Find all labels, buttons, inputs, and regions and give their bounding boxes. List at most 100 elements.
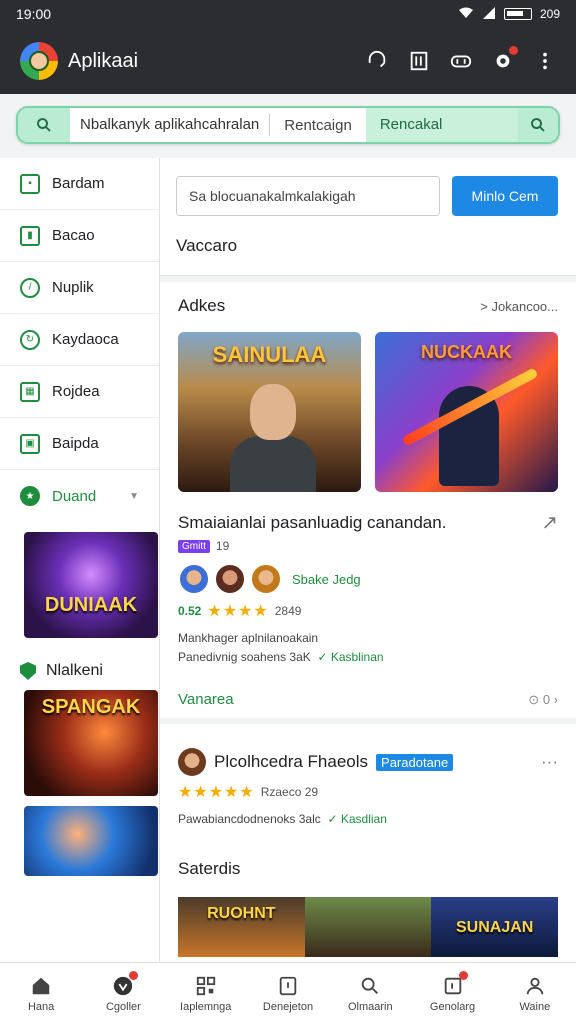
search-submit-icon[interactable] bbox=[518, 108, 558, 142]
sidebar-thumbnail-2[interactable]: SPANGAK bbox=[24, 690, 158, 796]
strip-title: RUOHNT bbox=[207, 905, 276, 922]
search-chip-1[interactable]: Rentcaign bbox=[270, 117, 366, 134]
filter-panel: Sa blocuanakalmkalakigah Minlo Cem Vacca… bbox=[160, 158, 576, 276]
filter-input[interactable]: Sa blocuanakalmkalakigah bbox=[176, 176, 440, 216]
wifi-icon bbox=[458, 7, 474, 22]
rating-value: 0.52 bbox=[178, 604, 202, 618]
sidebar-expand-item[interactable]: ★ Duand ▼ bbox=[0, 470, 159, 522]
notification-dot bbox=[129, 971, 139, 980]
sidebar-item-label: Bacao bbox=[52, 227, 95, 244]
card-title: Smaiaianlai pasanluadig canandan. bbox=[178, 512, 447, 532]
app-title: Aplikaai bbox=[68, 49, 139, 72]
battery-icon bbox=[503, 8, 532, 20]
nav-label: Iaplemnga bbox=[180, 1000, 232, 1013]
search-area: Nbalkanyk aplikahcahralan Rentcaign Renc… bbox=[0, 94, 576, 158]
external-link-icon[interactable]: ↗ bbox=[541, 510, 558, 535]
nav-inbox[interactable]: Genolarg bbox=[411, 963, 493, 1024]
description-line-2: Panedivnig soahens 3aK bbox=[178, 650, 311, 664]
comment-count-value: 0 bbox=[542, 691, 551, 707]
sidebar-item-4[interactable]: ↻ Kaydaoca bbox=[0, 314, 159, 366]
sidebar-item-5[interactable]: ▦ Rojdea bbox=[0, 366, 159, 418]
search-bar[interactable]: Nbalkanyk aplikahcahralan Rentcaign Renc… bbox=[16, 106, 560, 144]
strip-image-2[interactable] bbox=[304, 897, 432, 957]
sidebar-thumbnail-1[interactable]: DUNIAAK bbox=[24, 532, 158, 638]
image-icon: ▣ bbox=[20, 433, 40, 454]
gauge-icon: / bbox=[20, 277, 40, 298]
sidebar-item-label: Kaydaoca bbox=[52, 331, 119, 348]
star-rating-icon: ★★★★ bbox=[207, 603, 269, 620]
signal-icon bbox=[482, 6, 496, 22]
search-input[interactable]: Nbalkanyk aplikahcahralan bbox=[70, 114, 271, 136]
search-chip-2[interactable]: Rencakal bbox=[365, 108, 518, 142]
avatar-label[interactable]: Sbake Jedg bbox=[292, 572, 361, 587]
nav-home[interactable]: Hana bbox=[0, 963, 82, 1024]
sidebar: ▪ Bardam ▮ Bacao / Nuplik ↻ Kaydaoca ▦ R… bbox=[0, 158, 160, 962]
notification-dot bbox=[458, 971, 468, 980]
search-icon bbox=[362, 977, 379, 994]
grid-icon: ▦ bbox=[20, 381, 40, 402]
card-footer-link[interactable]: Vanarea bbox=[178, 691, 234, 708]
game-image-title: SAINULAA bbox=[212, 342, 327, 367]
description-line-1: Mankhager aplnilanoakain bbox=[178, 631, 319, 645]
publisher-name[interactable]: Plcolhcedra Fhaeols bbox=[214, 752, 368, 772]
nav-apps[interactable]: Iaplemnga bbox=[165, 963, 247, 1024]
star-rating-icon: ★★★★★ bbox=[178, 784, 255, 801]
character-face bbox=[250, 384, 296, 440]
shield-icon bbox=[20, 662, 36, 680]
sidebar-thumbnail-3[interactable] bbox=[24, 806, 158, 876]
more-vert-icon[interactable] bbox=[534, 50, 556, 72]
search-icon[interactable] bbox=[18, 108, 70, 142]
publisher-avatar[interactable] bbox=[178, 748, 206, 776]
nav-label: Denejeton bbox=[262, 1000, 314, 1013]
sidebar-item-1[interactable]: ▪ Bardam bbox=[0, 158, 159, 210]
verified-check-icon: ✓ bbox=[327, 812, 338, 826]
status-bar: 19:00 209 bbox=[0, 0, 576, 28]
sidebar-item-label: Nuplik bbox=[52, 279, 94, 296]
publisher-card: Plcolhcedra Fhaeols Paradotane ··· ★★★★★… bbox=[160, 724, 576, 962]
user-icon bbox=[526, 977, 544, 994]
avatar[interactable] bbox=[214, 563, 246, 595]
game-image-2[interactable]: NUCKAAK bbox=[375, 332, 558, 492]
filter-button[interactable]: Minlo Cem bbox=[452, 176, 558, 216]
comment-count[interactable]: ⊙ 0 › bbox=[528, 692, 558, 708]
rating-count: 2849 bbox=[274, 604, 302, 618]
sidebar-section-label: Nlalkeni bbox=[20, 662, 159, 680]
game-image-1[interactable]: SAINULAA bbox=[178, 332, 361, 492]
verified-label: Kasdlian bbox=[340, 812, 387, 826]
app-logo-icon[interactable] bbox=[20, 42, 58, 80]
sidebar-item-3[interactable]: / Nuplik bbox=[0, 262, 159, 314]
more-horiz-icon[interactable]: ··· bbox=[541, 752, 558, 772]
book-icon[interactable] bbox=[408, 50, 430, 72]
avatar[interactable] bbox=[178, 563, 210, 595]
rating-count: Rzaeco 29 bbox=[260, 785, 319, 799]
battery-level: 209 bbox=[539, 7, 560, 21]
main-content: Sa blocuanakalmkalakigah Minlo Cem Vacca… bbox=[160, 158, 576, 962]
settings-icon[interactable] bbox=[492, 46, 518, 72]
nav-search[interactable]: Olmaarin bbox=[329, 963, 411, 1024]
featured-card: Adkes > Jokancoo... SAINULAA NUCKAAK Sma… bbox=[160, 282, 576, 718]
chevron-down-icon: ▼ bbox=[129, 490, 139, 502]
sidebar-item-6[interactable]: ▣ Baipda bbox=[0, 418, 159, 470]
nav-label: Genolarg bbox=[429, 1000, 476, 1013]
headset-icon[interactable] bbox=[366, 50, 388, 72]
nav-favorites[interactable]: Cgoller bbox=[82, 963, 164, 1024]
strip-image-1[interactable]: RUOHNT bbox=[178, 897, 305, 957]
bookmark-icon bbox=[279, 976, 297, 995]
gamepad-icon[interactable] bbox=[450, 50, 472, 72]
sidebar-item-2[interactable]: ▮ Bacao bbox=[0, 210, 159, 262]
character-body bbox=[230, 436, 316, 492]
notification-dot bbox=[509, 46, 518, 55]
sidebar-item-label: Rojdea bbox=[52, 383, 100, 400]
nav-profile[interactable]: Waine bbox=[494, 963, 576, 1024]
verified-check-icon: ✓ bbox=[317, 650, 328, 664]
comment-icon: ⊙ bbox=[528, 691, 540, 707]
refresh-icon: ↻ bbox=[20, 329, 40, 350]
avatar[interactable] bbox=[250, 563, 282, 595]
section-label-text: Nlalkeni bbox=[46, 662, 103, 679]
app-bar: Aplikaai bbox=[0, 28, 576, 94]
game-image-title: NUCKAAK bbox=[421, 342, 512, 362]
strip-image-3[interactable]: SUNAJAN bbox=[431, 897, 559, 957]
see-more-link[interactable]: > Jokancoo... bbox=[480, 299, 558, 314]
nav-saved[interactable]: Denejeton bbox=[247, 963, 329, 1024]
nav-label: Hana bbox=[27, 1000, 55, 1013]
